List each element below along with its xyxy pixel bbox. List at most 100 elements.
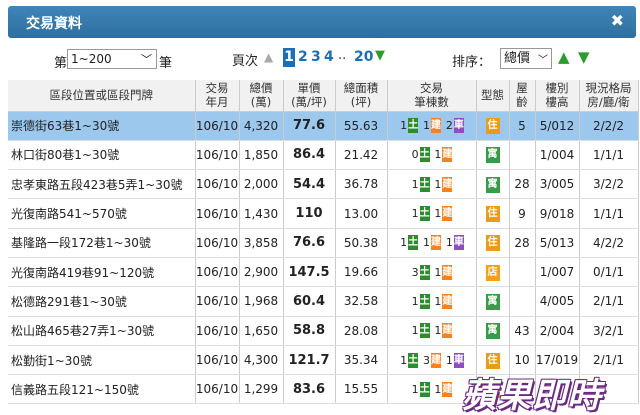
col-header-floor[interactable]: 樓別 樓高 [535,80,580,112]
cell-age: 5 [509,111,536,141]
cell-type: 寓 [476,286,510,317]
col-header-type[interactable]: 型態 [476,80,510,112]
next-page-icon[interactable]: ▼ [375,48,385,63]
col-header-unit-price[interactable]: 單價 (萬/坪) [283,80,336,112]
sort-descending-icon[interactable]: ▼ [578,48,590,66]
cell-total: 1,850 [239,140,284,171]
type-badge: 寓 [485,323,500,340]
page-link[interactable]: 4 [324,48,334,67]
cell-date: 106/10 [195,316,240,346]
col-header-area[interactable]: 總面積 (坪) [335,80,388,112]
cell-floor: 1/004 [535,140,580,171]
building-count: 1 [434,294,442,308]
cell-layout: 2/1/1 [579,286,639,317]
land-count: 1 [400,119,408,133]
close-icon[interactable]: ✖ [611,11,624,30]
page-link[interactable]: 3 [311,48,321,67]
land-count: 1 [400,353,408,367]
land-count: 3 [411,265,419,279]
cell-date: 106/10 [195,140,240,171]
sort-select[interactable]: 總價 ﹀ [500,48,552,69]
land-count: 1 [411,177,419,191]
cell-type: 店 [476,257,510,288]
toolbar: 第 1~200 ﹀ 筆 頁次 ▲ 1 2 3 4 .. 20 ▼ 排序： 總價 … [0,48,640,74]
type-badge: 寓 [485,176,500,193]
sort-label: 排序： [452,55,492,70]
building-tag: 建 [431,118,441,134]
table-row[interactable]: 林口街80巷1~30號 106/10 1,850 86.4 21.42 0土 1建寓 1/0… [8,140,639,171]
page-size-select[interactable]: 1~200 ﹀ [67,49,157,69]
col-header-total[interactable]: 總價 (萬) [239,80,284,112]
col-header-address[interactable]: 區段位置或區段門牌 [8,80,196,112]
building-count: 1 [423,119,430,133]
building-tag: 建 [431,235,441,251]
cell-age: 9 [509,198,536,229]
cell-area: 32.58 [335,286,388,317]
cell-floor: 9/018 [535,198,580,229]
building-tag: 建 [442,381,453,397]
col-header-layout[interactable]: 現況格局 房/廳/衛 [579,80,639,112]
land-tag: 土 [419,206,430,222]
cell-count: 1土 1建 [387,169,477,200]
building-tag: 建 [442,206,453,222]
prev-page-icon[interactable]: ▲ [264,50,273,64]
cell-count: 3土 1建 [387,257,477,288]
land-tag: 土 [419,264,430,280]
page-size-unit: 筆 [159,56,173,71]
land-tag: 土 [419,323,430,339]
cell-area: 55.63 [335,111,388,141]
cell-floor: 1/007 [535,257,580,288]
cell-total: 2,000 [239,169,284,200]
cell-type: 寓 [476,316,510,346]
table-row[interactable]: 光復南路541~570號 106/10 1,430 110 13.00 1土 1建住 9 9/… [8,198,639,229]
table-row[interactable]: 崇德街63巷1~30號 106/10 4,320 77.6 55.63 1土 1建 2車住… [8,111,639,141]
last-page-link[interactable]: 20 [354,48,373,67]
cell-type: 寓 [476,140,510,171]
cell-unit-price: 54.4 [283,169,336,200]
cell-floor: 5/013 [535,228,580,258]
table-row[interactable]: 松德路291巷1~30號 106/10 1,968 60.4 32.58 1土 1建寓 4/… [8,286,639,317]
table-row[interactable]: 忠孝東路五段423巷5弄1~30號 106/10 2,000 54.4 36.78 1土 … [8,169,639,200]
cell-address: 信義路五段121~150號 [8,374,196,405]
land-tag: 土 [408,235,419,251]
cell-layout: 3/2/1 [579,316,639,346]
cell-age: 28 [509,169,536,200]
cell-total: 2,900 [239,257,284,288]
cell-age: 43 [509,316,536,346]
col-header-count[interactable]: 交易 筆棟數 [387,80,477,112]
type-badge: 住 [485,352,500,369]
sort-ascending-icon[interactable]: ▲ [558,48,570,66]
col-header-age[interactable]: 屋齡 [509,80,536,112]
building-count: 1 [434,382,442,396]
cell-date: 106/10 [195,198,240,229]
land-tag: 土 [408,352,419,368]
car-tag: 車 [453,235,464,251]
cell-address: 松勤街1~30號 [8,345,196,376]
transactions-table: 區段位置或區段門牌 交易 年月 總價 (萬) 單價 (萬/坪) 總面積 (坪) 交易 筆棟… [8,80,639,405]
cell-unit-price: 60.4 [283,286,336,317]
cell-count: 1土 1建 1車 [387,228,477,258]
table-row[interactable]: 光復南路419巷91~120號 106/10 2,900 147.5 19.66 3土 1… [8,257,639,288]
table-row[interactable]: 松山路465巷27弄1~30號 106/10 1,650 58.8 28.08 1土 1建… [8,316,639,346]
page-size-prefix: 第 [54,56,68,71]
type-badge: 住 [485,118,500,135]
cell-address: 松德路291巷1~30號 [8,286,196,317]
cell-area: 13.00 [335,198,388,229]
cell-type: 住 [476,228,510,258]
page-link[interactable]: 2 [298,48,308,67]
cell-type: 住 [476,198,510,229]
land-tag: 土 [419,293,430,309]
page-size-value: 1~200 [71,52,112,66]
land-count: 1 [411,382,419,396]
cell-area: 28.08 [335,316,388,346]
col-header-date[interactable]: 交易 年月 [195,80,240,112]
table-row[interactable]: 基隆路一段172巷1~30號 106/10 3,858 76.6 50.38 1土 1建 … [8,228,639,258]
cell-age [509,140,536,171]
building-tag: 建 [431,352,441,368]
watermark-logo: 蘋果即時 [462,376,602,415]
cell-address: 松山路465巷27弄1~30號 [8,316,196,346]
land-tag: 土 [419,176,430,192]
cell-address: 光復南路419巷91~120號 [8,257,196,288]
cell-date: 106/10 [195,345,240,376]
cell-count: 1土 1建 2車 [387,111,477,141]
